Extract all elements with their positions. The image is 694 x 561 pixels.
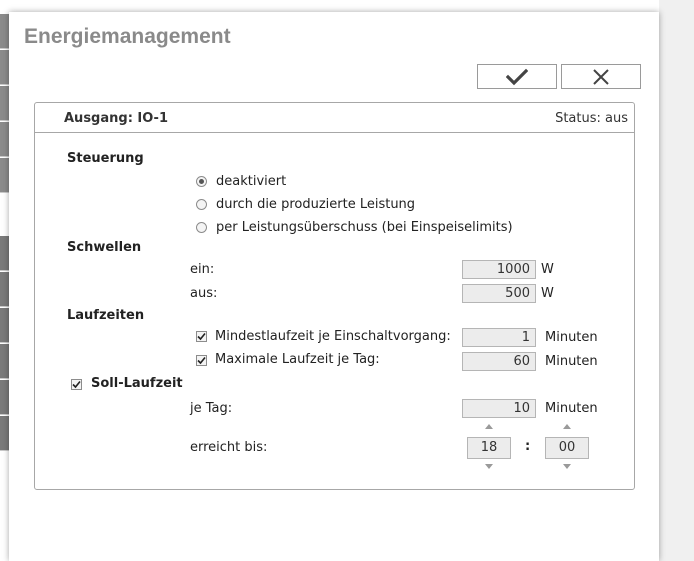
radio-deaktiviert[interactable]: deaktiviert (196, 174, 286, 189)
checkmark-icon (197, 332, 206, 341)
dialog-title: Energiemanagement (24, 25, 231, 48)
max-runtime-unit: Minuten (545, 354, 598, 369)
sidebar-tab[interactable] (0, 380, 9, 415)
sidebar-tab[interactable] (0, 272, 9, 307)
radio-produzierte-leistung[interactable]: durch die produzierte Leistung (196, 197, 415, 212)
sidebar-tab[interactable] (0, 416, 9, 451)
left-sidebar-strip (0, 0, 9, 561)
schwellen-heading: Schwellen (67, 240, 142, 255)
sidebar-tab[interactable] (0, 236, 9, 271)
aus-unit: W (541, 286, 554, 301)
radio-button[interactable] (196, 222, 207, 233)
radio-button[interactable] (196, 199, 207, 210)
max-runtime-checkbox[interactable] (196, 355, 207, 366)
ein-threshold-input[interactable]: 1000 (462, 260, 536, 279)
radio-label: deaktiviert (216, 174, 287, 189)
close-icon (593, 68, 609, 85)
checkmark-icon (506, 68, 528, 85)
erreicht-bis-label: erreicht bis: (190, 440, 268, 455)
min-runtime-input[interactable]: 1 (462, 328, 536, 347)
radio-leistungsueberschuss[interactable]: per Leistungsüberschuss (bei Einspeiseli… (196, 220, 513, 235)
target-runtime-checkbox[interactable] (71, 379, 82, 390)
sidebar-tab[interactable] (0, 86, 9, 121)
aus-threshold-input[interactable]: 500 (462, 284, 536, 303)
minute-input[interactable]: 00 (545, 437, 589, 459)
steuerung-heading: Steuerung (67, 151, 144, 166)
minute-decrement-arrow[interactable] (563, 464, 571, 469)
panel-header: Ausgang: IO-1 Status: aus (35, 103, 634, 133)
sidebar-tab[interactable] (0, 14, 9, 49)
ein-label: ein: (190, 262, 215, 277)
je-tag-unit: Minuten (545, 401, 598, 416)
sidebar-tab[interactable] (0, 158, 9, 193)
ein-unit: W (541, 262, 554, 277)
je-tag-input[interactable]: 10 (462, 399, 536, 418)
max-runtime-label: Maximale Laufzeit je Tag: (215, 352, 380, 367)
sidebar-tab[interactable] (0, 122, 9, 157)
checkmark-icon (197, 356, 206, 365)
time-separator: : (525, 439, 531, 454)
min-runtime-unit: Minuten (545, 330, 598, 345)
soll-laufzeit-heading: Soll-Laufzeit (91, 376, 183, 391)
laufzeiten-heading: Laufzeiten (67, 308, 145, 323)
output-settings-panel: Ausgang: IO-1 Status: aus Steuerung deak… (34, 102, 635, 490)
je-tag-label: je Tag: (190, 401, 233, 416)
right-background-area (659, 0, 694, 561)
hour-increment-arrow[interactable] (485, 424, 493, 429)
hour-input[interactable]: 18 (467, 437, 511, 459)
output-label: Ausgang: IO-1 (64, 111, 168, 126)
checkmark-icon (72, 380, 81, 389)
hour-decrement-arrow[interactable] (485, 464, 493, 469)
min-runtime-label: Mindestlaufzeit je Einschaltvorgang: (215, 329, 451, 344)
energy-management-dialog: Energiemanagement Ausgang: IO-1 Status: … (9, 12, 659, 561)
sidebar-tab[interactable] (0, 50, 9, 85)
aus-label: aus: (190, 286, 218, 301)
max-runtime-input[interactable]: 60 (462, 352, 536, 371)
confirm-button[interactable] (477, 64, 557, 89)
minute-increment-arrow[interactable] (563, 424, 571, 429)
sidebar-tab[interactable] (0, 344, 9, 379)
radio-label: durch die produzierte Leistung (216, 197, 416, 212)
status-label: Status: aus (555, 111, 628, 126)
cancel-button[interactable] (561, 64, 641, 89)
sidebar-tab[interactable] (0, 308, 9, 343)
radio-label: per Leistungsüberschuss (bei Einspeiseli… (216, 220, 513, 235)
min-runtime-checkbox[interactable] (196, 331, 207, 342)
radio-button[interactable] (196, 176, 207, 187)
